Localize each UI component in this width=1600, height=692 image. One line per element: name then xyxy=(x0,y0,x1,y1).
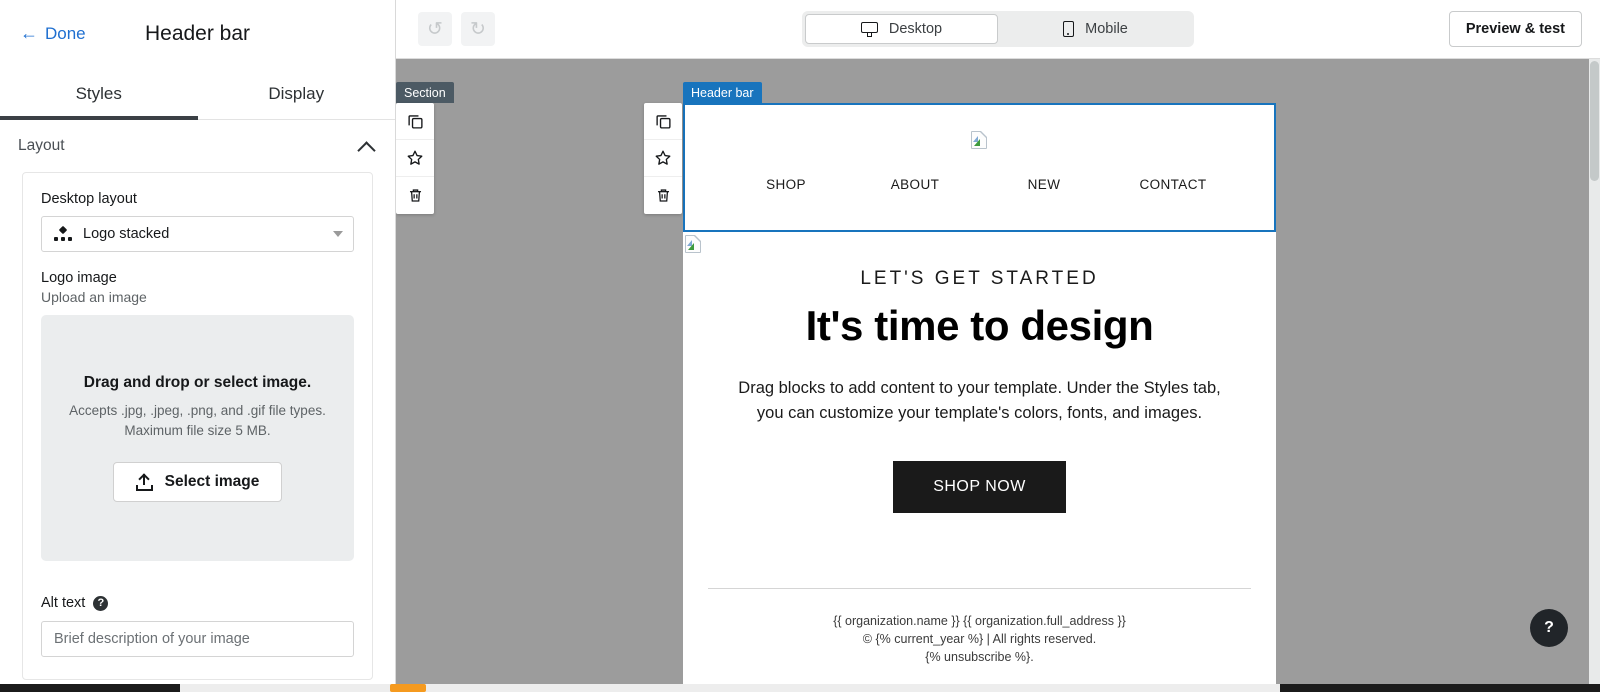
email-hero-block[interactable]: LET'S GET STARTED It's time to design Dr… xyxy=(683,232,1276,692)
preview-and-test-button[interactable]: Preview & test xyxy=(1449,11,1582,47)
desktop-layout-label: Desktop layout xyxy=(41,191,354,207)
done-button[interactable]: ← Done xyxy=(18,20,88,48)
footer-copyright-line: © {% current_year %} | All rights reserv… xyxy=(683,630,1276,648)
upload-icon xyxy=(136,474,153,491)
arrow-left-icon: ← xyxy=(20,24,38,42)
alt-text-label-row: Alt text ? xyxy=(41,595,354,611)
canvas-scrollbar[interactable] xyxy=(1589,59,1600,692)
hero-eyebrow[interactable]: LET'S GET STARTED xyxy=(683,232,1276,290)
nav-link-new[interactable]: NEW xyxy=(980,177,1109,192)
redo-button[interactable]: ↻ xyxy=(461,12,495,46)
taskbar-window-tile xyxy=(180,684,1280,692)
device-option-desktop[interactable]: Desktop xyxy=(805,14,998,44)
os-taskbar xyxy=(0,684,1600,692)
section-block-tag[interactable]: Section xyxy=(396,82,454,103)
favorite-star-icon[interactable] xyxy=(644,140,682,177)
broken-image-icon xyxy=(971,131,987,149)
editor-main: ↺ ↻ Desktop Mobile Preview & test Sectio… xyxy=(396,0,1600,692)
logo-image-placeholder[interactable] xyxy=(971,131,989,149)
undo-icon: ↺ xyxy=(427,20,443,39)
delete-trash-icon[interactable] xyxy=(396,177,434,214)
sidebar-header: ← Done Header bar xyxy=(0,0,395,68)
email-preview[interactable]: SHOP ABOUT NEW CONTACT LET'S GET STARTED… xyxy=(683,103,1276,692)
logo-image-note: Upload an image xyxy=(41,289,354,305)
alt-text-input[interactable] xyxy=(41,621,354,657)
duplicate-icon[interactable] xyxy=(396,103,434,140)
email-header-bar-block[interactable]: SHOP ABOUT NEW CONTACT xyxy=(683,103,1276,232)
caret-down-icon[interactable] xyxy=(333,231,343,237)
device-option-desktop-label: Desktop xyxy=(889,21,942,37)
email-canvas[interactable]: Section Header bar xyxy=(396,59,1600,692)
chevron-up-icon[interactable] xyxy=(358,141,375,151)
help-button[interactable]: ? xyxy=(1530,609,1568,647)
canvas-scrollbar-thumb[interactable] xyxy=(1590,61,1599,181)
broken-image-icon xyxy=(685,235,701,253)
top-toolbar: ↺ ↻ Desktop Mobile Preview & test xyxy=(396,0,1600,59)
layout-section-label: Layout xyxy=(18,137,65,155)
select-image-button[interactable]: Select image xyxy=(113,462,283,502)
device-option-mobile-label: Mobile xyxy=(1085,21,1128,37)
footer-organization-line: {{ organization.name }} {{ organization.… xyxy=(683,612,1276,630)
tab-styles-label: Styles xyxy=(76,84,122,104)
help-circle-icon[interactable]: ? xyxy=(93,596,108,611)
phone-icon xyxy=(1063,21,1074,37)
hero-cta-wrap: SHOP NOW xyxy=(683,461,1276,513)
footer-unsubscribe-line: {% unsubscribe %}. xyxy=(683,648,1276,666)
hero-image-placeholder[interactable] xyxy=(685,235,701,253)
nav-link-about[interactable]: ABOUT xyxy=(851,177,980,192)
email-nav: SHOP ABOUT NEW CONTACT xyxy=(685,177,1274,192)
layout-section-header[interactable]: Layout xyxy=(0,120,395,172)
tab-display[interactable]: Display xyxy=(198,68,396,119)
monitor-icon xyxy=(861,22,878,37)
hero-headline[interactable]: It's time to design xyxy=(683,302,1276,350)
device-toggle: Desktop Mobile xyxy=(802,11,1194,47)
image-dropzone[interactable]: Drag and drop or select image. Accepts .… xyxy=(41,315,354,561)
header-bar-block-tag[interactable]: Header bar xyxy=(683,82,762,103)
duplicate-icon[interactable] xyxy=(644,103,682,140)
tab-styles[interactable]: Styles xyxy=(0,68,198,119)
delete-trash-icon[interactable] xyxy=(644,177,682,214)
alt-text-label: Alt text xyxy=(41,595,85,611)
editor-app: ← Done Header bar Styles Display Layout … xyxy=(0,0,1600,692)
dropzone-accepts: Accepts .jpg, .jpeg, .png, and .gif file… xyxy=(69,403,326,418)
hero-body-text[interactable]: Drag blocks to add content to your templ… xyxy=(727,376,1232,426)
dropzone-subtitle: Accepts .jpg, .jpeg, .png, and .gif file… xyxy=(69,401,326,440)
desktop-layout-select[interactable]: Logo stacked xyxy=(41,216,354,252)
desktop-layout-value: Logo stacked xyxy=(83,226,322,242)
logo-image-label: Logo image xyxy=(41,270,354,286)
sidebar-tabs: Styles Display xyxy=(0,68,395,120)
redo-icon: ↻ xyxy=(470,20,486,39)
select-image-label: Select image xyxy=(165,473,260,491)
sidebar-scroll-body: Desktop layout Logo stacked Logo image U… xyxy=(0,172,395,692)
alt-text-field-group: Alt text ? xyxy=(41,595,354,657)
done-label: Done xyxy=(45,24,86,44)
taskbar-active-item[interactable] xyxy=(390,684,426,692)
dropzone-title: Drag and drop or select image. xyxy=(84,374,311,392)
nav-link-contact[interactable]: CONTACT xyxy=(1109,177,1238,192)
shop-now-button[interactable]: SHOP NOW xyxy=(893,461,1066,513)
dropzone-maxsize: Maximum file size 5 MB. xyxy=(124,423,270,438)
section-block-toolbar xyxy=(396,103,434,214)
email-footer[interactable]: {{ organization.name }} {{ organization.… xyxy=(683,589,1276,666)
logo-stacked-icon xyxy=(54,227,72,242)
tab-display-label: Display xyxy=(268,84,324,104)
nav-link-shop[interactable]: SHOP xyxy=(722,177,851,192)
header-bar-block-toolbar xyxy=(644,103,682,214)
undo-button[interactable]: ↺ xyxy=(418,12,452,46)
styles-sidebar: ← Done Header bar Styles Display Layout … xyxy=(0,0,396,692)
favorite-star-icon[interactable] xyxy=(396,140,434,177)
device-option-mobile[interactable]: Mobile xyxy=(1000,14,1191,44)
layout-card: Desktop layout Logo stacked Logo image U… xyxy=(22,172,373,680)
